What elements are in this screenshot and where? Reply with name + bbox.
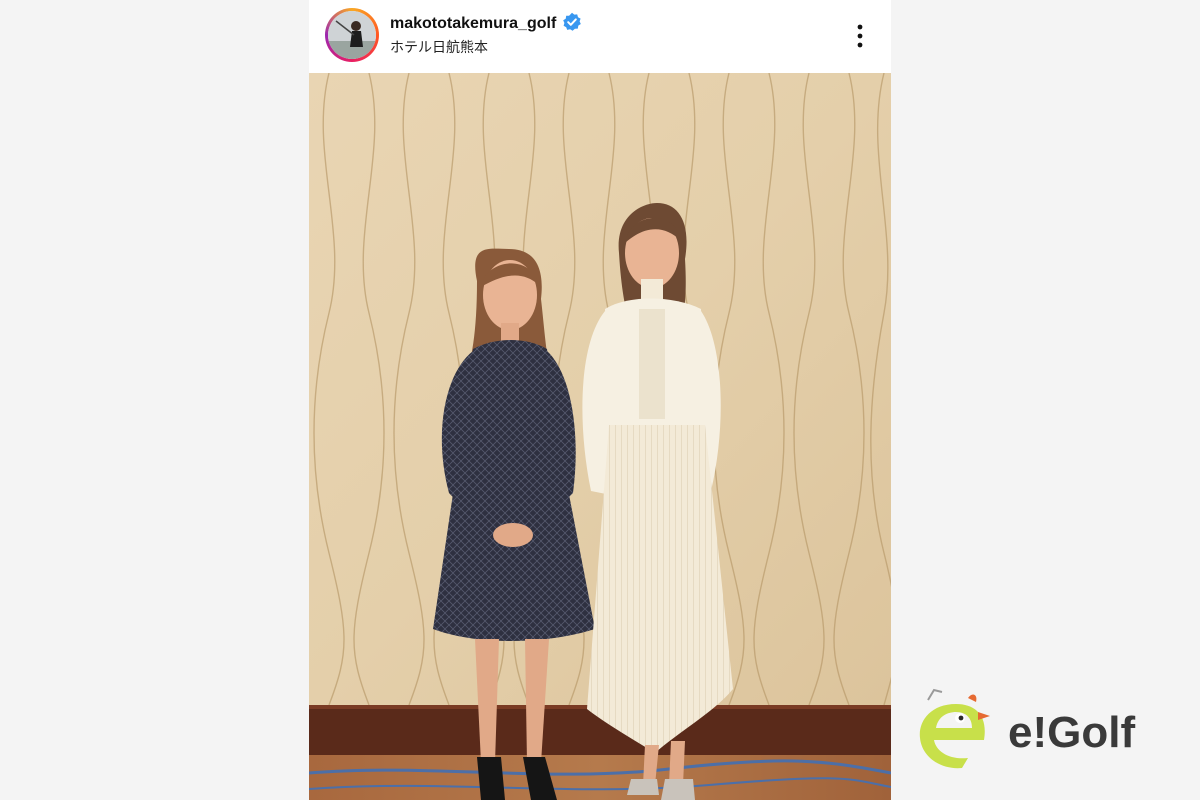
username-row: makototakemura_golf [390, 12, 582, 37]
avatar-story-ring[interactable] [325, 8, 379, 62]
more-options-button[interactable] [851, 22, 869, 50]
egolf-mascot-icon [919, 688, 990, 769]
egolf-logo: e!Golf [912, 686, 1182, 776]
avatar[interactable] [328, 11, 376, 59]
verified-badge-icon [562, 12, 582, 37]
more-vertical-icon [857, 24, 863, 48]
location-link[interactable]: ホテル日航熊本 [390, 37, 488, 57]
username-link[interactable]: makototakemura_golf [390, 15, 556, 33]
logo-text: e!Golf [1008, 708, 1136, 757]
instagram-post: makototakemura_golf ホテル日航熊本 [309, 0, 891, 800]
post-photo[interactable] [309, 72, 891, 800]
post-header: makototakemura_golf ホテル日航熊本 [309, 0, 891, 72]
